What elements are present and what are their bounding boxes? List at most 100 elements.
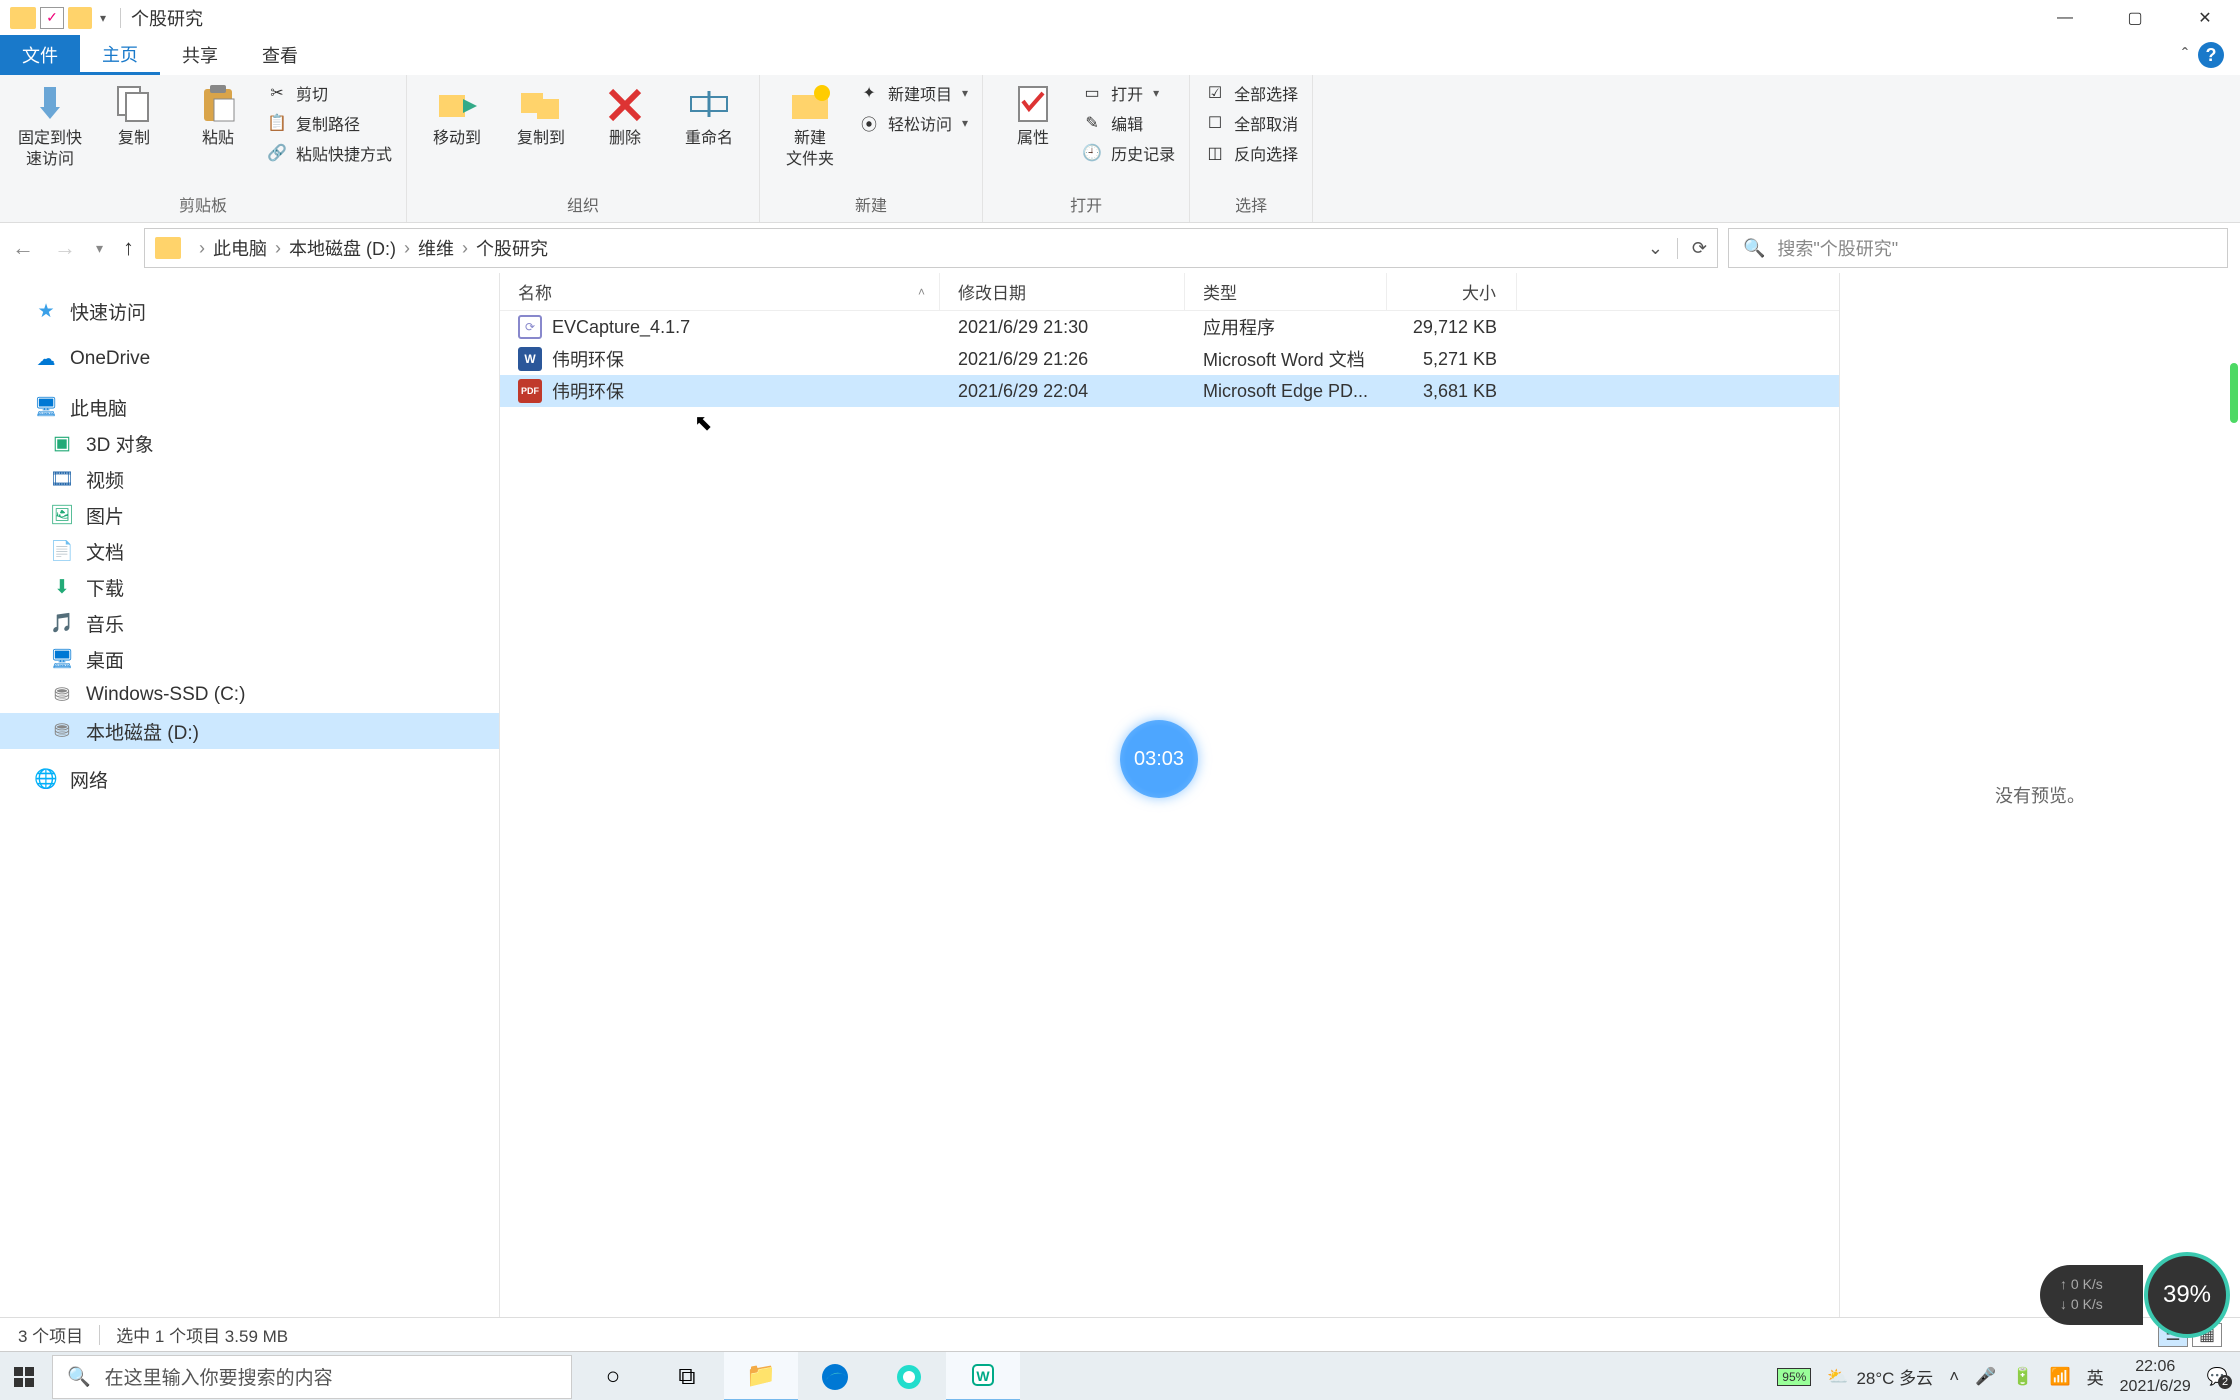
paste-button[interactable]: 粘贴 — [182, 81, 254, 150]
sidebar-ssd[interactable]: ⛃Windows-SSD (C:) — [0, 677, 499, 713]
recording-timer-overlay: 03:03 — [1120, 720, 1198, 798]
sidebar-music[interactable]: 🎵音乐 — [0, 605, 499, 641]
taskbar-explorer[interactable]: 📁 — [724, 1352, 798, 1400]
pictures-icon: 🖼 — [48, 503, 76, 527]
downloads-icon: ⬇ — [48, 575, 76, 599]
forward-button[interactable]: → — [54, 235, 76, 261]
sidebar-drive-d[interactable]: ⛃本地磁盘 (D:) — [0, 713, 499, 749]
taskbar-wps[interactable]: W — [946, 1352, 1020, 1400]
start-button[interactable] — [0, 1352, 48, 1400]
crumb-drive[interactable]: 本地磁盘 (D:) — [289, 235, 396, 261]
address-bar[interactable]: › 此电脑› 本地磁盘 (D:)› 维维› 个股研究 ⌄ ⟳ — [144, 228, 1718, 268]
file-icon: ⟳ — [518, 315, 542, 339]
clock[interactable]: 22:062021/6/29 — [2120, 1357, 2191, 1395]
tray-expand-icon[interactable]: ˄ — [1949, 1367, 1959, 1387]
weather-widget[interactable]: ⛅28°C 多云 — [1827, 1364, 1933, 1389]
select-none-button[interactable]: ☐全部取消 — [1204, 111, 1298, 135]
cut-button[interactable]: ✂剪切 — [266, 81, 392, 105]
microphone-icon[interactable]: 🎤 — [1975, 1367, 1996, 1387]
move-to-button[interactable]: 移动到 — [421, 81, 493, 150]
file-icon: W — [518, 347, 542, 371]
paste-shortcut-button[interactable]: 🔗粘贴快捷方式 — [266, 141, 392, 165]
qat-newfolder-icon[interactable] — [68, 7, 92, 29]
ime-indicator[interactable]: 英 — [2087, 1364, 2104, 1389]
collapse-ribbon-icon[interactable]: ˆ — [2182, 45, 2188, 66]
crumb-pc[interactable]: 此电脑 — [213, 235, 267, 261]
copy-path-button[interactable]: 📋复制路径 — [266, 111, 392, 135]
selectnone-icon: ☐ — [1204, 113, 1226, 133]
invert-selection-button[interactable]: ◫反向选择 — [1204, 141, 1298, 165]
address-dropdown-icon[interactable]: ⌄ — [1648, 238, 1663, 259]
up-button[interactable]: ↑ — [123, 235, 134, 261]
file-name: 伟明环保 — [552, 346, 624, 372]
tab-view[interactable]: 查看 — [240, 35, 320, 75]
taskbar-search[interactable]: 🔍在这里输入你要搜索的内容 — [52, 1355, 572, 1399]
taskbar-app-green[interactable] — [872, 1352, 946, 1400]
column-type[interactable]: 类型 — [1185, 273, 1387, 310]
sidebar-video[interactable]: 🎞视频 — [0, 461, 499, 497]
history-icon: 🕘 — [1081, 143, 1103, 163]
properties-button[interactable]: 属性 — [997, 81, 1069, 150]
tab-home[interactable]: 主页 — [80, 35, 160, 75]
separator — [120, 8, 121, 28]
maximize-button[interactable]: ▢ — [2100, 0, 2170, 35]
file-row[interactable]: PDF伟明环保2021/6/29 22:04Microsoft Edge PD.… — [500, 375, 1839, 407]
sidebar-pictures[interactable]: 🖼图片 — [0, 497, 499, 533]
network-monitor-overlay[interactable]: ↑ 0 K/s↓ 0 K/s 39% — [2040, 1250, 2230, 1340]
cortana-button[interactable]: ○ — [576, 1352, 650, 1400]
new-folder-button[interactable]: 新建 文件夹 — [774, 81, 846, 171]
copy-button[interactable]: 复制 — [98, 81, 170, 150]
file-row[interactable]: ⟳EVCapture_4.1.72021/6/29 21:30应用程序29,71… — [500, 311, 1839, 343]
file-type: Microsoft Word 文档 — [1185, 346, 1387, 372]
refresh-button[interactable]: ⟳ — [1677, 238, 1707, 259]
sidebar-3d[interactable]: ▣3D 对象 — [0, 425, 499, 461]
column-size[interactable]: 大小 — [1387, 273, 1517, 310]
easy-access-button[interactable]: ⦿轻松访问▾ — [858, 111, 968, 135]
qat-properties-icon[interactable]: ✓ — [40, 7, 64, 29]
file-type: Microsoft Edge PD... — [1185, 381, 1387, 402]
ribbon: 固定到快 速访问 复制 粘贴 ✂剪切 📋复制路径 🔗粘贴快捷方式 剪贴板 移动到… — [0, 75, 2240, 223]
file-row[interactable]: W伟明环保2021/6/29 21:26Microsoft Word 文档5,2… — [500, 343, 1839, 375]
main-area: ★快速访问 ☁OneDrive 🖥此电脑 ▣3D 对象 🎞视频 🖼图片 📄文档 … — [0, 273, 2240, 1317]
sidebar-quick-access[interactable]: ★快速访问 — [0, 293, 499, 329]
recent-dropdown[interactable]: ▾ — [96, 240, 103, 257]
history-button[interactable]: 🕘历史记录 — [1081, 141, 1175, 165]
help-icon[interactable]: ? — [2198, 42, 2224, 68]
minimize-button[interactable]: — — [2030, 0, 2100, 35]
delete-button[interactable]: 删除 — [589, 81, 661, 150]
sidebar-downloads[interactable]: ⬇下载 — [0, 569, 499, 605]
task-view-button[interactable]: ⧉ — [650, 1352, 724, 1400]
delete-icon — [601, 81, 649, 125]
file-date: 2021/6/29 21:26 — [940, 349, 1185, 370]
crumb-f2[interactable]: 个股研究 — [476, 235, 548, 261]
close-button[interactable]: ✕ — [2170, 0, 2240, 35]
tab-share[interactable]: 共享 — [160, 35, 240, 75]
taskbar-edge[interactable] — [798, 1352, 872, 1400]
column-date[interactable]: 修改日期 — [940, 273, 1185, 310]
rename-button[interactable]: 重命名 — [673, 81, 745, 150]
battery-indicator[interactable]: 95% — [1777, 1368, 1811, 1386]
sidebar-this-pc[interactable]: 🖥此电脑 — [0, 389, 499, 425]
pin-quick-access-button[interactable]: 固定到快 速访问 — [14, 81, 86, 171]
power-icon[interactable]: 🔋 — [2012, 1367, 2033, 1387]
sidebar-network[interactable]: 🌐网络 — [0, 761, 499, 797]
crumb-f1[interactable]: 维维 — [418, 235, 454, 261]
back-button[interactable]: ← — [12, 235, 34, 261]
tab-file[interactable]: 文件 — [0, 35, 80, 75]
file-date: 2021/6/29 21:30 — [940, 317, 1185, 338]
sidebar-desktop[interactable]: 🖥桌面 — [0, 641, 499, 677]
open-button[interactable]: ▭打开▾ — [1081, 81, 1175, 105]
qat-dropdown-icon[interactable]: ▾ — [96, 11, 110, 25]
notifications-button[interactable]: 💬2 — [2207, 1367, 2228, 1387]
search-box[interactable]: 🔍 搜索"个股研究" — [1728, 228, 2228, 268]
sidebar-onedrive[interactable]: ☁OneDrive — [0, 341, 499, 377]
column-name[interactable]: 名称˄ — [500, 273, 940, 310]
weather-icon: ⛅ — [1827, 1367, 1848, 1387]
sidebar-documents[interactable]: 📄文档 — [0, 533, 499, 569]
edit-button[interactable]: ✎编辑 — [1081, 111, 1175, 135]
ribbon-group-select: ☑全部选择 ☐全部取消 ◫反向选择 选择 — [1190, 75, 1313, 222]
select-all-button[interactable]: ☑全部选择 — [1204, 81, 1298, 105]
copy-to-button[interactable]: 复制到 — [505, 81, 577, 150]
new-item-button[interactable]: ✦新建项目▾ — [858, 81, 968, 105]
wifi-icon[interactable]: 📶 — [2049, 1367, 2070, 1387]
